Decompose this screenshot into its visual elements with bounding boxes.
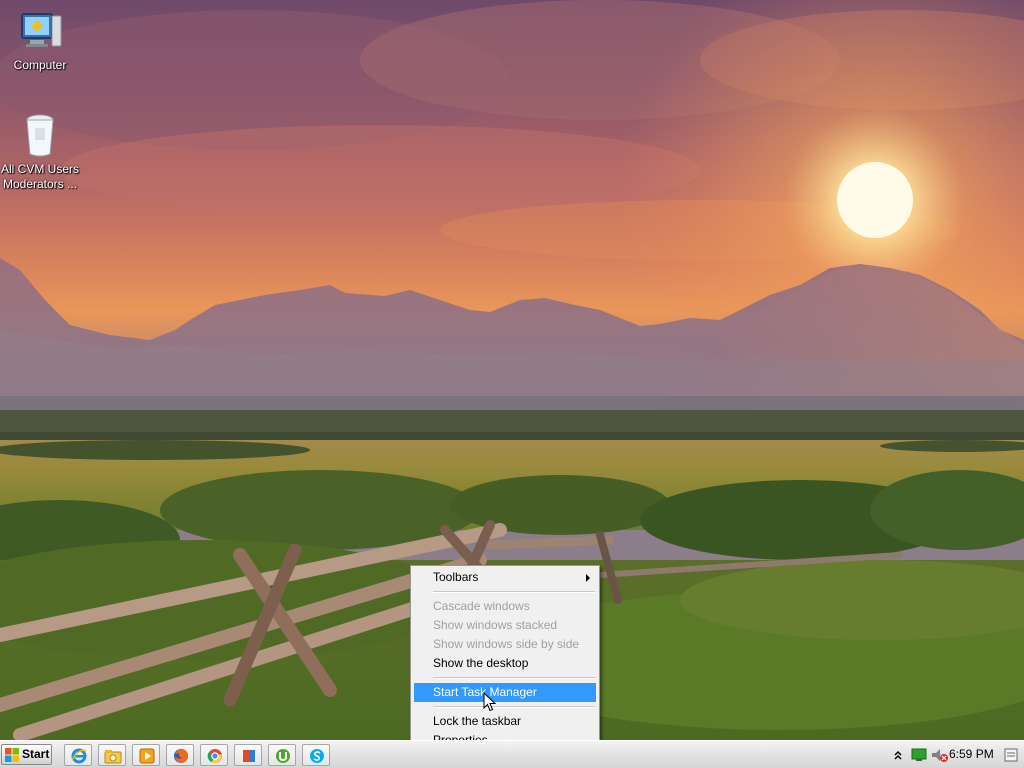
tray-clock[interactable]: 6:59 PM bbox=[949, 747, 994, 761]
menu-item-start-task-manager[interactable]: Start Task Manager bbox=[414, 683, 596, 702]
start-button[interactable]: Start bbox=[1, 744, 52, 765]
media-player-icon bbox=[139, 748, 155, 764]
menu-item-show-windows-side-by-side: Show windows side by side bbox=[414, 635, 596, 654]
menu-item-show-windows-stacked: Show windows stacked bbox=[414, 616, 596, 635]
menu-item-toolbars[interactable]: Toolbars bbox=[414, 568, 596, 587]
taskbar: Start 6:59 PM bbox=[0, 740, 1024, 768]
taskbar-utorrent[interactable] bbox=[268, 744, 296, 766]
desktop-icon-computer[interactable]: Computer bbox=[0, 8, 80, 73]
desktop-screen: Computer All CVM Users Moderators ... To… bbox=[0, 0, 1024, 768]
menu-item-show-the-desktop[interactable]: Show the desktop bbox=[414, 654, 596, 673]
menu-separator bbox=[433, 706, 595, 708]
firefox-icon bbox=[174, 749, 188, 763]
menu-item-label: Lock the taskbar bbox=[433, 714, 522, 728]
menu-item-label: Show windows side by side bbox=[433, 637, 580, 651]
network-icon[interactable] bbox=[911, 747, 927, 763]
chrome-icon bbox=[207, 749, 222, 763]
desktop-icon-label: All CVM Users Moderators ... bbox=[0, 162, 79, 191]
windows-logo-icon bbox=[5, 748, 19, 762]
taskbar-skype[interactable] bbox=[302, 744, 330, 766]
system-tray: 6:59 PM bbox=[871, 741, 1024, 768]
store-icon bbox=[243, 750, 255, 762]
recycle-bin-icon bbox=[26, 114, 54, 157]
menu-item-lock-the-taskbar[interactable]: Lock the taskbar bbox=[414, 712, 596, 731]
menu-item-label: Show the desktop bbox=[433, 656, 529, 670]
internet-explorer-icon bbox=[71, 748, 87, 764]
computer-icon bbox=[21, 13, 62, 47]
show-hidden-icons-chevron-icon[interactable] bbox=[893, 749, 903, 761]
menu-separator bbox=[433, 677, 595, 679]
menu-item-label: Toolbars bbox=[433, 570, 479, 584]
mouse-pointer-icon bbox=[483, 692, 497, 712]
taskbar-file-explorer[interactable] bbox=[98, 744, 126, 766]
desktop-icon-label: Computer bbox=[13, 58, 67, 72]
utorrent-icon bbox=[276, 749, 290, 763]
volume-muted-icon[interactable] bbox=[931, 747, 949, 763]
taskbar-chrome[interactable] bbox=[200, 744, 228, 766]
taskbar-firefox[interactable] bbox=[166, 744, 194, 766]
start-label: Start bbox=[22, 747, 50, 761]
skype-icon bbox=[310, 749, 324, 763]
taskbar-internet-explorer[interactable] bbox=[64, 744, 92, 766]
sun bbox=[837, 162, 913, 238]
menu-item-label: Show windows stacked bbox=[433, 618, 558, 632]
menu-item-cascade-windows: Cascade windows bbox=[414, 597, 596, 616]
action-center-icon[interactable] bbox=[1003, 747, 1019, 763]
taskbar-store[interactable] bbox=[234, 744, 262, 766]
menu-item-label: Cascade windows bbox=[433, 599, 530, 613]
menu-separator bbox=[433, 591, 595, 593]
taskbar-context-menu: Toolbars Cascade windows Show windows st… bbox=[410, 565, 600, 749]
taskbar-media-player[interactable] bbox=[132, 744, 160, 766]
submenu-arrow-icon bbox=[586, 574, 590, 582]
desktop-icon-recycle-bin[interactable]: All CVM Users Moderators ... bbox=[0, 112, 80, 192]
file-explorer-icon bbox=[104, 750, 122, 764]
